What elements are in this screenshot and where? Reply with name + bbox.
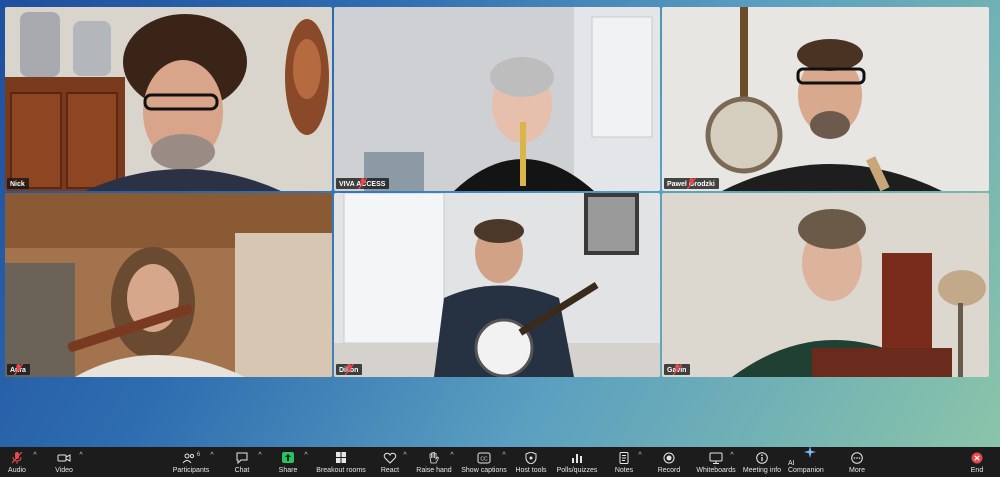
video-feed — [662, 7, 989, 191]
end-meeting-button[interactable]: End — [966, 447, 988, 477]
video-tile-aura[interactable]: Aura — [5, 193, 332, 377]
notes-button[interactable]: Notes — [612, 447, 636, 477]
notes-icon — [616, 451, 632, 465]
mic-muted-icon — [358, 178, 368, 189]
breakout-rooms-icon — [333, 451, 349, 465]
participants-options-chevron-icon[interactable]: ^ — [208, 452, 216, 460]
video-options-chevron-icon[interactable]: ^ — [77, 452, 85, 460]
whiteboards-options-chevron-icon[interactable]: ^ — [728, 452, 736, 460]
video-tile-dillon[interactable]: Dillon — [334, 193, 660, 377]
meeting-toolbar: Audio ^ Video ^ 6 Participants ^ Chat ^ … — [0, 446, 1000, 477]
polls-quizzes-button[interactable]: Polls/quizzes — [555, 447, 599, 477]
participant-nametag: Aura — [7, 364, 30, 375]
share-screen-button[interactable]: Share — [276, 447, 300, 477]
react-options-chevron-icon[interactable]: ^ — [401, 452, 409, 460]
chat-bubble-icon — [234, 451, 250, 465]
mic-muted-icon — [672, 364, 682, 375]
video-tile-pawel-grodzki[interactable]: Pawel Grodzki — [662, 7, 989, 191]
audio-button[interactable]: Audio — [5, 447, 29, 477]
meeting-info-button[interactable]: Meeting info — [741, 447, 783, 477]
mic-muted-icon — [686, 178, 697, 189]
mic-muted-icon — [13, 364, 24, 375]
end-call-icon — [969, 451, 985, 465]
participant-nametag: Pawel Grodzki — [664, 178, 719, 189]
video-tile-gavin[interactable]: Gavin — [662, 193, 989, 377]
audio-options-chevron-icon[interactable]: ^ — [31, 452, 39, 460]
video-feed — [662, 193, 989, 377]
info-icon — [754, 451, 770, 465]
participant-name: Nick — [10, 180, 25, 188]
chat-button[interactable]: Chat — [230, 447, 254, 477]
captions-options-chevron-icon[interactable]: ^ — [500, 452, 508, 460]
video-camera-icon — [56, 451, 72, 465]
participants-button[interactable]: 6 Participants — [171, 447, 211, 477]
video-feed — [5, 7, 332, 191]
chat-options-chevron-icon[interactable]: ^ — [256, 452, 264, 460]
video-button[interactable]: Video — [52, 447, 76, 477]
heart-icon — [382, 451, 398, 465]
raise-hand-icon — [426, 451, 442, 465]
participant-nametag: VIVA ACCESS — [336, 178, 390, 189]
participant-nametag: Gavin — [664, 364, 691, 375]
whiteboard-icon — [708, 451, 724, 465]
video-feed — [5, 193, 332, 377]
share-options-chevron-icon[interactable]: ^ — [302, 452, 310, 460]
video-feed — [334, 7, 660, 191]
participant-nametag: Dillon — [336, 364, 363, 375]
react-button[interactable]: React — [378, 447, 402, 477]
svg-text:CC: CC — [480, 456, 488, 462]
notes-options-chevron-icon[interactable]: ^ — [636, 452, 644, 460]
raise-hand-button[interactable]: Raise hand — [416, 447, 452, 477]
sparkle-icon — [802, 446, 818, 458]
share-screen-icon — [280, 451, 296, 465]
participants-icon: 6 — [180, 451, 202, 465]
shield-icon — [523, 451, 539, 465]
raise-hand-options-chevron-icon[interactable]: ^ — [448, 452, 456, 460]
video-feed — [334, 193, 660, 377]
ai-companion-button[interactable]: AI Companion — [788, 446, 832, 477]
bar-chart-icon — [569, 451, 585, 465]
video-gallery: Nick VIVA ACCESS Pawel Grodzki — [5, 7, 989, 377]
participants-count-badge: 6 — [196, 452, 201, 458]
mic-muted-icon — [9, 451, 25, 465]
breakout-rooms-button[interactable]: Breakout rooms — [314, 447, 368, 477]
host-tools-button[interactable]: Host tools — [514, 447, 548, 477]
mic-muted-icon — [344, 364, 354, 375]
participant-nametag: Nick — [7, 178, 29, 189]
video-tile-nick[interactable]: Nick — [5, 7, 332, 191]
record-button[interactable]: Record — [656, 447, 682, 477]
more-dots-icon — [849, 451, 865, 465]
video-tile-viva-access[interactable]: VIVA ACCESS — [334, 7, 660, 191]
record-icon — [661, 451, 677, 465]
more-button[interactable]: More — [845, 447, 869, 477]
closed-captions-icon: CC — [476, 451, 492, 465]
